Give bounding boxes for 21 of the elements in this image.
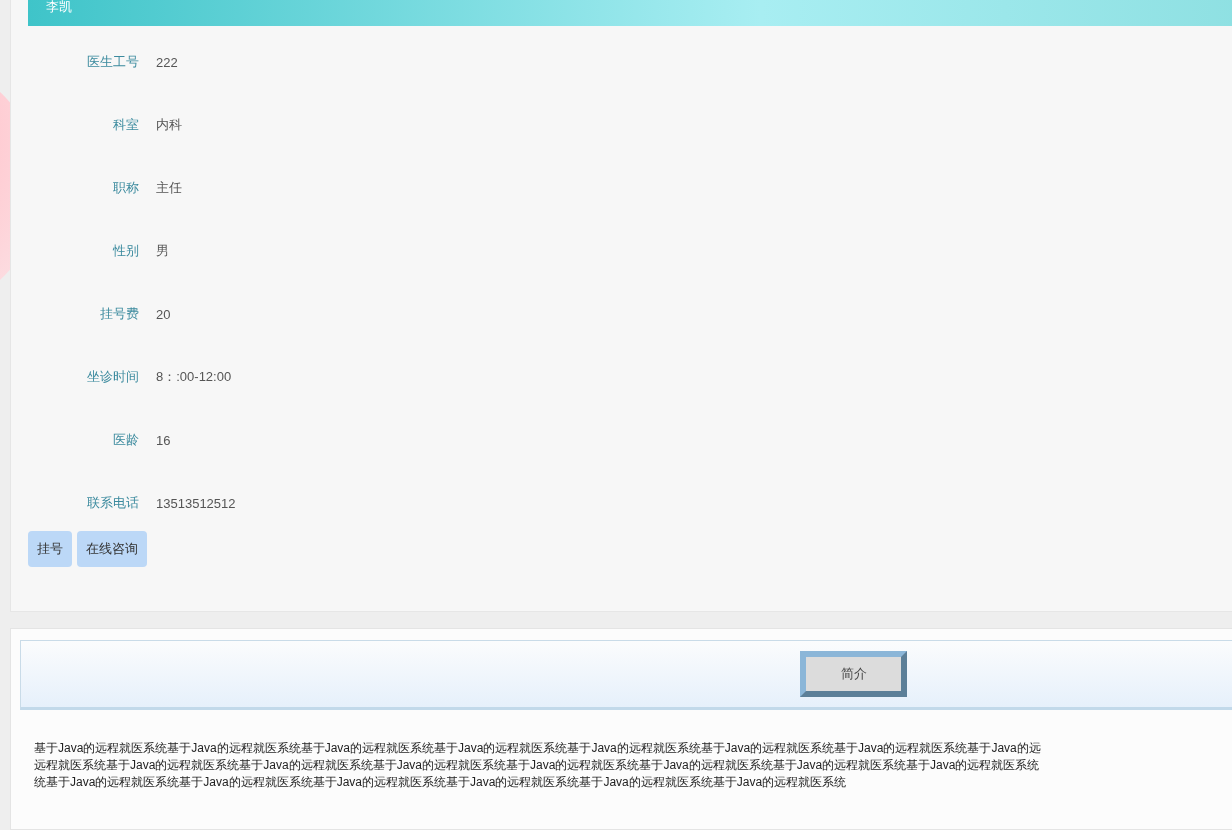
register-button[interactable]: 挂号 [28, 531, 72, 567]
field-value: 8：:00-12:00 [156, 368, 232, 386]
field-label: 医生工号 [86, 53, 139, 71]
field-value: 222 [156, 54, 178, 70]
intro-tab[interactable]: 简介 [800, 651, 907, 697]
description-text: 基于Java的远程就医系统基于Java的远程就医系统基于Java的远程就医系统基于Java的远程就医系统基于Java的远程就医系统基于Java的远程就医系统基于Java的远程就医系统基于Java的远 远程就医系统基于Java的远程就医系统基于Java的远程就医系统基于Java的远程就医系统基于Java的远程就医系统基于Java的远程就医系统基于Java的远程就医系统基于Java的远程就医系统 统基于Java的远程就医系统基于Java的远程就医系统基于Java的远程就医系统基于Java的远程就医系统基于Java的远程就医系统基于Java的远程就医系统 [33, 740, 1042, 791]
field-label: 职称 [112, 179, 139, 197]
field-label: 挂号费 [99, 305, 139, 323]
field-value: 内科 [156, 116, 182, 134]
consult-button[interactable]: 在线咨询 [77, 531, 147, 567]
field-value: 主任 [156, 179, 182, 197]
field-value: 20 [156, 306, 171, 322]
field-value: 13513512512 [156, 495, 236, 511]
doctor-name: 李凯 [46, 0, 72, 14]
field-label: 坐诊时间 [86, 368, 139, 386]
field-label: 联系电话 [86, 494, 139, 512]
field-label: 医龄 [112, 431, 139, 449]
field-value: 男 [156, 242, 169, 260]
field-value: 16 [156, 432, 171, 448]
field-label: 性别 [112, 242, 139, 260]
field-label: 科室 [112, 116, 139, 134]
